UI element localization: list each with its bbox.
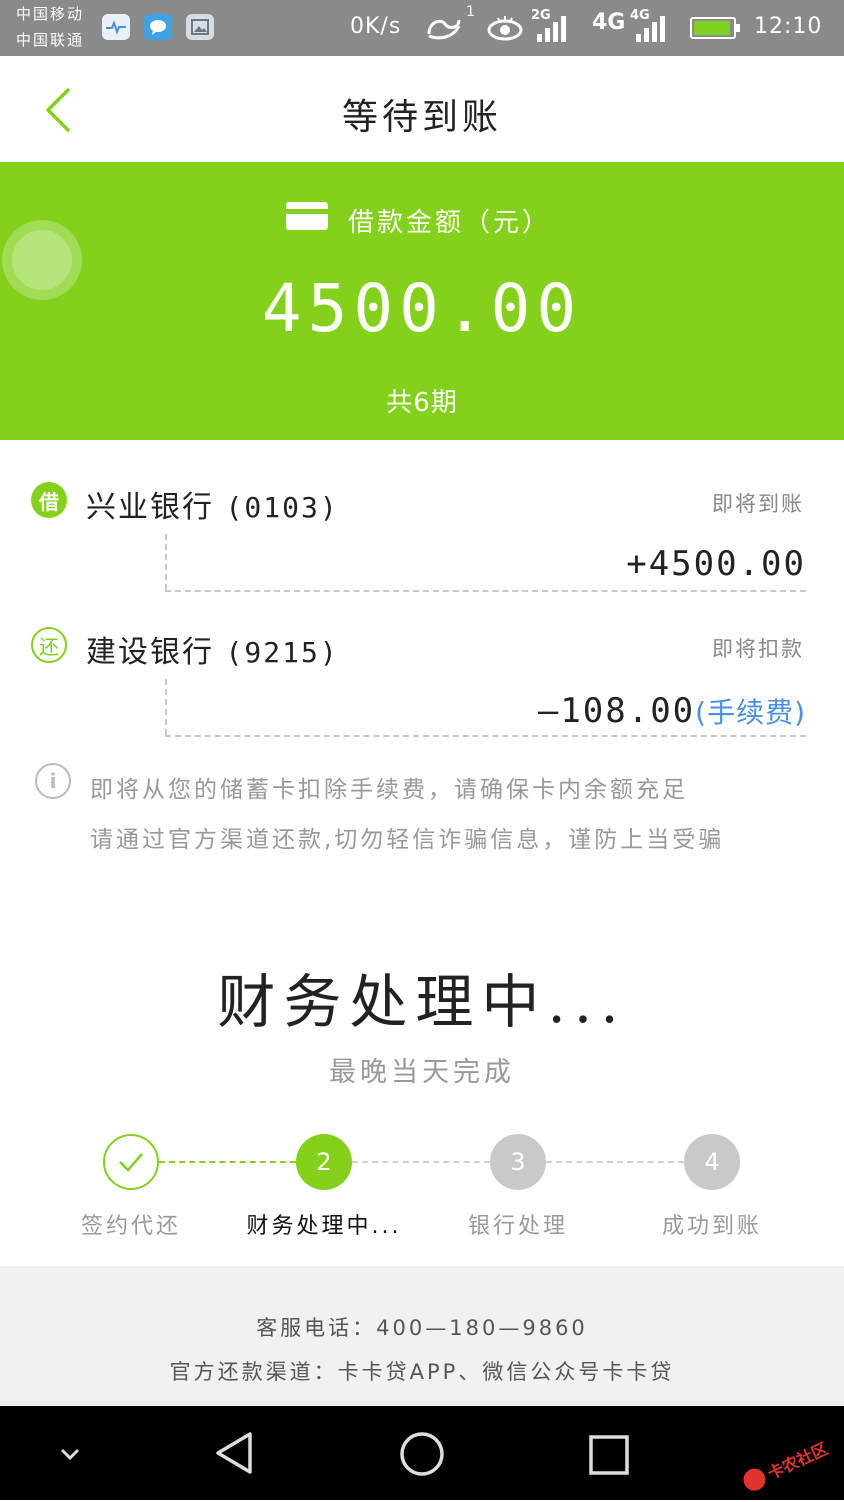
dashed-divider [165,735,806,737]
step-4-circle: 4 [684,1134,740,1190]
sim2-signal-icon [636,12,665,42]
step-2-label: 财务处理中... [246,1214,402,1239]
triangle-back-icon [216,1432,252,1474]
health-app-icon [102,14,130,40]
disbursement-account-row: 借 兴业银行 (0103) 即将到账 +4500.00 [0,470,844,600]
watermark-text: 卡农社区 [764,1438,831,1484]
footer: 客服电话：400—180—9860 官方还款渠道：卡卡贷APP、微信公众号卡卡贷 [0,1266,844,1406]
step-3-label: 银行处理 [467,1214,568,1239]
dashed-divider [165,590,806,592]
bank-name-line: 兴业银行 (0103) [86,482,339,526]
fee-link[interactable]: (手续费) [695,696,806,729]
hd-superscript: 1 [466,4,475,20]
fee-notice: 即将从您的储蓄卡扣除手续费，请确保卡内余额充足 [90,777,688,803]
message-app-icon [144,14,172,40]
battery-charging-icon [690,17,740,39]
circle-home-icon [400,1432,444,1476]
bank-name: 建设银行 [86,635,214,670]
credit-amount: +4500.00 [626,544,806,584]
loan-amount-label: 借款金额（元） [348,208,552,238]
step-3-circle: 3 [490,1134,546,1190]
hide-nav-button[interactable] [50,1434,90,1474]
watermark-mark-icon [739,1465,770,1495]
bank-name-line: 建设银行 (9215) [86,627,339,671]
eye-icon [486,14,524,46]
info-icon: i [35,763,71,799]
step-connector [546,1161,684,1163]
sim1-signal-icon [537,12,566,42]
credit-card-icon [286,202,328,230]
step-connector [352,1161,490,1163]
check-icon [119,1153,143,1172]
step-connector [159,1161,296,1163]
step-1-label: 签约代还 [80,1214,181,1239]
account-status: 即将扣款 [712,637,804,661]
status-bar: 中国移动 中国联通 0K/s 1 2G 4G 4G 12:10 [0,0,844,56]
sim2-network-label: 4G [592,10,626,35]
card-tail: (9215) [225,636,339,669]
loan-summary-banner: 借款金额（元） 4500.00 共6期 [0,162,844,440]
debit-amount: —108.00 [537,691,696,731]
hd-icon [425,14,463,46]
chevron-down-icon [60,1448,80,1461]
fraud-warning: 请通过官方渠道还款,切勿轻信诈骗信息，谨防上当受骗 [90,827,725,853]
debit-amount-line: —108.00(手续费) [538,691,806,731]
repayment-account-row: 还 建设银行 (9215) 即将扣款 —108.00(手续费) [0,615,844,745]
nav-back-button[interactable] [210,1428,260,1478]
processing-subtitle: 最晚当天完成 [329,1057,515,1088]
dashed-divider [165,534,167,590]
carrier-label-1: 中国移动 [16,5,85,23]
step-4-label: 成功到账 [661,1214,762,1239]
square-recents-icon [589,1435,629,1475]
step-1-circle [103,1134,159,1190]
nav-home-button[interactable] [396,1428,448,1480]
network-speed: 0K/s [350,14,402,39]
gallery-app-icon [186,14,214,40]
system-nav-bar: 卡农社区 [0,1406,844,1500]
customer-service-hotline[interactable]: 客服电话：400—180—9860 [0,1312,844,1342]
clock: 12:10 [754,14,823,39]
watermark-logo: 卡农社区 [736,1426,840,1502]
processing-title: 财务处理中... [217,968,627,1036]
account-status: 即将到账 [712,492,804,516]
bank-name: 兴业银行 [86,490,214,525]
carrier-label-2: 中国联通 [16,31,85,49]
page-title: 等待到账 [341,97,502,138]
card-tail: (0103) [225,491,339,524]
official-repayment-channels: 官方还款渠道：卡卡贷APP、微信公众号卡卡贷 [169,1360,675,1384]
dashed-divider [165,679,167,735]
loan-amount-value: 4500.00 [261,270,583,347]
step-2-circle: 2 [296,1134,352,1190]
repay-badge: 还 [31,627,67,663]
nav-recents-button[interactable] [586,1432,632,1478]
borrow-badge: 借 [31,482,67,518]
title-bar: 等待到账 [0,56,844,162]
loan-periods: 共6期 [386,388,458,418]
